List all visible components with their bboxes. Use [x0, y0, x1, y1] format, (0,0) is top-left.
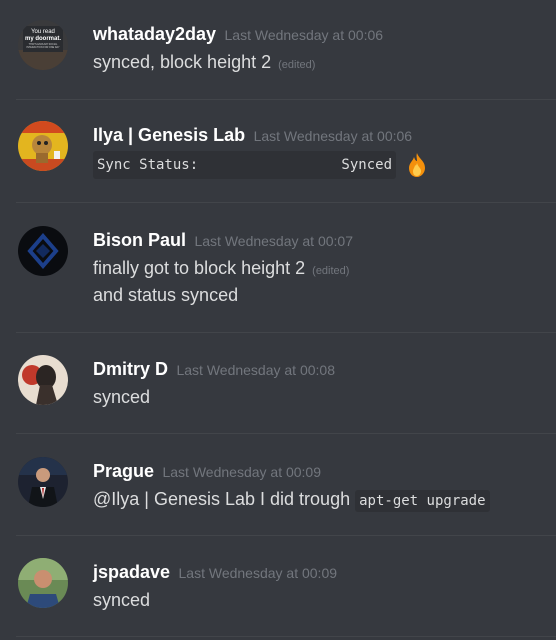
- person-avatar-icon: [18, 558, 68, 608]
- code-block: Sync Status: Synced: [93, 151, 397, 179]
- message-content: Sync Status: Synced: [93, 151, 431, 179]
- inline-code: apt-get upgrade: [355, 490, 490, 512]
- message-divider: [16, 636, 556, 637]
- message-divider: [16, 535, 556, 536]
- chat-messages: You read my doormat. THAT'S ENOUGH SOCIA…: [0, 0, 556, 640]
- message-content: finally got to block height 2 (edited): [93, 256, 349, 283]
- message-header: whataday2day Last Wednesday at 00:06: [93, 23, 383, 47]
- message-header: Bison Paul Last Wednesday at 00:07: [93, 229, 353, 253]
- avatar-dmitry-d[interactable]: [18, 355, 68, 405]
- message-divider: [16, 202, 556, 203]
- message-header: jspadave Last Wednesday at 00:09: [93, 561, 337, 585]
- fire-emoji-icon: [409, 153, 426, 177]
- avatar-whataday2day[interactable]: You read my doormat. THAT'S ENOUGH SOCIA…: [18, 20, 68, 70]
- logo-avatar-icon: [18, 226, 68, 276]
- username[interactable]: Bison Paul: [93, 230, 186, 250]
- message-text: and status synced: [93, 285, 239, 305]
- timestamp: Last Wednesday at 00:08: [176, 362, 335, 378]
- edited-label: (edited): [312, 265, 350, 277]
- timestamp: Last Wednesday at 00:09: [162, 464, 322, 480]
- username[interactable]: Ilya | Genesis Lab: [93, 125, 245, 145]
- message-content: synced: [93, 385, 150, 409]
- message-text: finally got to block height 2: [93, 258, 306, 278]
- message-divider: [16, 99, 556, 100]
- suit-avatar-icon: [18, 457, 68, 507]
- avatar-ilya[interactable]: [18, 121, 68, 171]
- timestamp: Last Wednesday at 00:06: [253, 128, 413, 144]
- timestamp: Last Wednesday at 00:06: [224, 27, 384, 43]
- username[interactable]: Dmitry D: [93, 359, 168, 379]
- avatar-prague[interactable]: [18, 457, 68, 507]
- avatar-jspadave[interactable]: [18, 558, 68, 608]
- username[interactable]: Prague: [93, 461, 154, 481]
- edited-label: (edited): [278, 59, 316, 71]
- timestamp: Last Wednesday at 00:09: [178, 565, 338, 581]
- username[interactable]: whataday2day: [93, 24, 216, 44]
- avatar-bison-paul[interactable]: [18, 226, 68, 276]
- dog-avatar-icon: [18, 121, 68, 171]
- message-text: @Ilya | Genesis Lab I did trough: [93, 489, 351, 509]
- message-text: synced, block height 2: [93, 52, 272, 72]
- portrait-avatar-icon: [18, 355, 68, 405]
- message-header: Prague Last Wednesday at 00:09: [93, 460, 321, 484]
- timestamp: Last Wednesday at 00:07: [194, 233, 353, 249]
- message-content: @Ilya | Genesis Lab I did trough apt-get…: [93, 487, 490, 513]
- avatar-text-line2: my doormat.: [25, 36, 61, 42]
- message-text: synced: [93, 387, 151, 407]
- message-text: synced: [93, 590, 151, 610]
- message-divider: [16, 332, 556, 333]
- message-header: Ilya | Genesis Lab Last Wednesday at 00:…: [93, 124, 412, 148]
- username[interactable]: jspadave: [93, 562, 170, 582]
- message-content: synced, block height 2 (edited): [93, 50, 315, 77]
- message-content: synced: [93, 588, 150, 612]
- avatar-text-line1: You read: [31, 29, 55, 35]
- avatar-text-line4: INTERACTION FOR ONE DAY: [26, 46, 60, 49]
- doormat-avatar-icon: You read my doormat. THAT'S ENOUGH SOCIA…: [18, 20, 68, 70]
- message-divider: [16, 433, 556, 434]
- message-header: Dmitry D Last Wednesday at 00:08: [93, 358, 335, 382]
- message-content: and status synced: [93, 283, 238, 307]
